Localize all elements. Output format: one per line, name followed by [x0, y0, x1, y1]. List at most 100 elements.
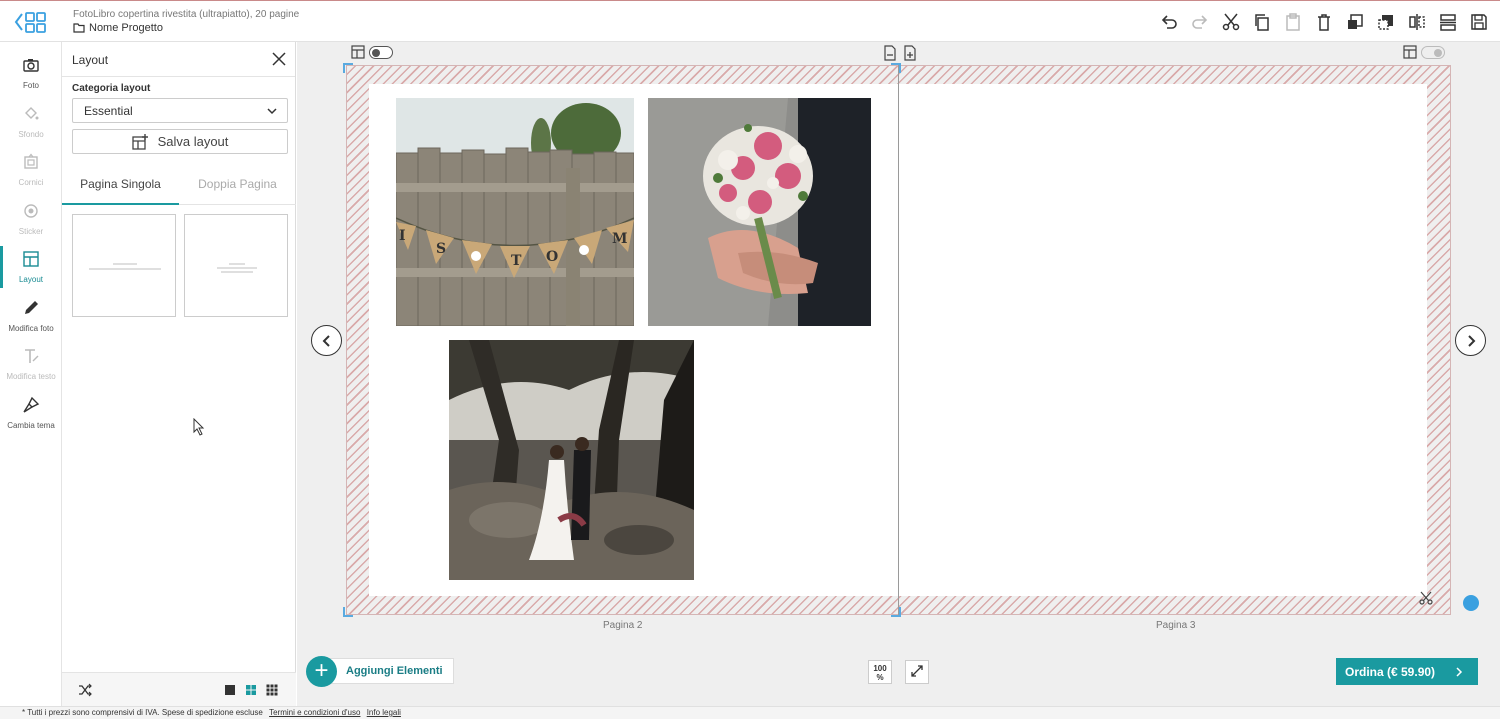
next-page-button[interactable] [1455, 325, 1486, 356]
align-button[interactable] [1432, 10, 1463, 34]
layout-panel: Layout Categoria layout Essential Salva … [62, 42, 296, 706]
spine-divider [898, 65, 899, 616]
align-icon [1439, 14, 1456, 31]
add-layout-icon [131, 133, 148, 150]
zoom-100-button[interactable]: 100 % [868, 660, 892, 684]
previous-page-button[interactable] [311, 325, 342, 356]
pencil-icon [25, 301, 38, 314]
panel-title: Layout [72, 53, 109, 67]
fullscreen-button[interactable] [905, 660, 929, 684]
app-header: FotoLibro copertina rivestita (ultrapiat… [0, 0, 1500, 42]
delete-icon [1317, 14, 1330, 31]
copy-button[interactable] [1246, 10, 1277, 34]
save-button[interactable] [1463, 10, 1494, 34]
photo-bouquet[interactable] [648, 98, 871, 326]
close-icon[interactable] [271, 51, 287, 67]
project-name-label: Nome Progetto [89, 22, 163, 34]
layout-icon[interactable] [1403, 45, 1417, 59]
rail-label: Cornici [18, 178, 44, 187]
photo-fence-banner[interactable]: I S T O M [396, 98, 634, 326]
page-right[interactable] [898, 84, 1427, 596]
bring-forward-icon [1347, 14, 1363, 29]
toolbar [1153, 10, 1494, 34]
view-medium-icon[interactable] [245, 684, 257, 696]
tool-rail: Foto Sfondo Cornici Sticker Layout Modif… [0, 42, 62, 706]
selection-corner[interactable] [891, 63, 901, 73]
terms-link[interactable]: Termini e condizioni d'uso [269, 708, 360, 717]
send-backward-button[interactable] [1370, 10, 1401, 34]
chevron-right-icon [1456, 666, 1463, 677]
right-page-controls [1403, 45, 1445, 59]
view-small-icon[interactable] [266, 684, 278, 696]
tab-pagina-singola[interactable]: Pagina Singola [62, 166, 179, 205]
rail-item-cambia-tema[interactable]: Cambia tema [0, 390, 62, 438]
rail-item-modifica-testo[interactable]: Modifica testo [0, 341, 62, 389]
rail-item-layout[interactable]: Layout [0, 244, 62, 292]
paste-button[interactable] [1277, 10, 1308, 34]
svg-text:O: O [546, 249, 558, 265]
plus-icon: + [306, 655, 337, 687]
rail-item-sticker[interactable]: Sticker [0, 196, 62, 244]
chevron-down-icon [267, 108, 277, 115]
add-elements-label: Aggiungi Elementi [327, 658, 454, 684]
rail-label: Sfondo [18, 130, 44, 139]
legal-footer: * Tutti i prezzi sono comprensivi di IVA… [0, 706, 1500, 719]
rail-item-cornici[interactable]: Cornici [0, 147, 62, 195]
delete-button[interactable] [1308, 10, 1339, 34]
left-page-toggle[interactable] [369, 45, 393, 59]
cut-spread-icon[interactable] [1418, 590, 1434, 606]
rail-label: Sticker [18, 227, 44, 236]
frame-icon [24, 153, 38, 169]
selection-corner[interactable] [891, 607, 901, 617]
rail-label: Layout [18, 275, 44, 284]
redo-button[interactable] [1184, 10, 1215, 34]
text-lines-icon [217, 263, 257, 273]
expand-icon [911, 665, 923, 677]
rail-item-modifica-foto[interactable]: Modifica foto [0, 293, 62, 341]
view-large-icon[interactable] [224, 684, 236, 696]
photo-couple-forest[interactable] [449, 340, 694, 580]
remove-page-icon[interactable] [882, 45, 898, 61]
save-layout-button[interactable]: Salva layout [72, 129, 288, 154]
project-name[interactable]: Nome Progetto [73, 22, 163, 34]
cut-button[interactable] [1215, 10, 1246, 34]
svg-text:I: I [399, 228, 406, 244]
add-page-icon[interactable] [902, 45, 918, 61]
editor-canvas: ISTOM Pagina 2 Pagina 3 + Aggiungi Eleme… [297, 42, 1500, 706]
right-page-toggle[interactable] [1421, 45, 1445, 59]
svg-text:S: S [436, 241, 446, 257]
shuffle-icon[interactable] [78, 683, 92, 697]
send-backward-icon [1377, 15, 1393, 30]
mirror-button[interactable] [1401, 10, 1432, 34]
undo-button[interactable] [1153, 10, 1184, 34]
bring-forward-button[interactable] [1339, 10, 1370, 34]
app-logo-icon[interactable] [14, 10, 48, 34]
category-select[interactable]: Essential [72, 98, 288, 123]
paste-icon [1285, 13, 1300, 31]
tab-doppia-pagina[interactable]: Doppia Pagina [179, 166, 296, 205]
product-title: FotoLibro copertina rivestita (ultrapiat… [73, 9, 300, 20]
camera-icon [23, 59, 39, 72]
panel-footer [62, 672, 296, 706]
chevron-left-icon [322, 334, 330, 347]
rail-item-sfondo[interactable]: Sfondo [0, 99, 62, 147]
layout-thumbnail[interactable] [184, 214, 288, 317]
add-elements-button[interactable]: + Aggiungi Elementi [306, 655, 454, 687]
copy-icon [1254, 14, 1269, 31]
order-button[interactable]: Ordina (€ 59.90) [1336, 658, 1478, 685]
mouse-cursor-icon [193, 418, 205, 436]
left-page-label: Pagina 2 [603, 620, 643, 631]
category-label: Categoria layout [72, 83, 151, 94]
settings-badge-icon[interactable] [1463, 595, 1479, 611]
legal-info-link[interactable]: Info legali [367, 708, 401, 717]
folder-icon [73, 23, 85, 33]
layout-icon[interactable] [351, 45, 365, 59]
rail-item-foto[interactable]: Foto [0, 50, 62, 98]
layout-thumbnail[interactable] [72, 214, 176, 317]
bouquet-photo-image [648, 98, 871, 326]
selection-corner[interactable] [343, 607, 353, 617]
rail-label: Foto [22, 81, 39, 90]
selection-corner[interactable] [343, 63, 353, 73]
spread-controls [882, 45, 918, 61]
svg-text:M: M [612, 231, 628, 247]
